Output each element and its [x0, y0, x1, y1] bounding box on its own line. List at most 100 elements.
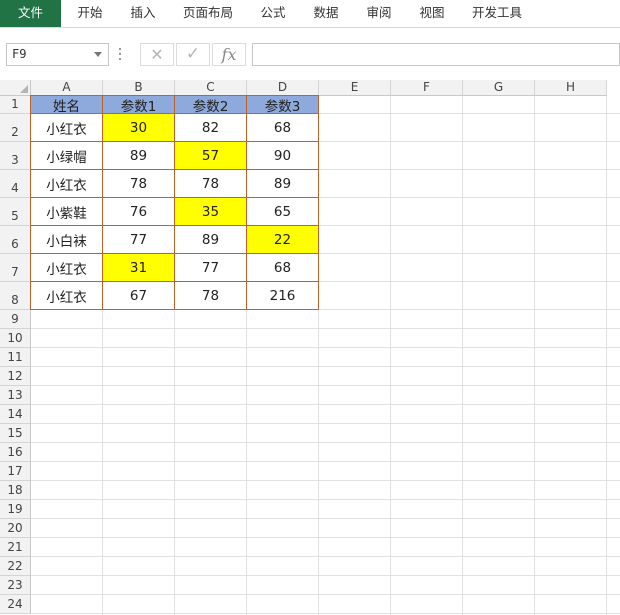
table-cell[interactable]: 76 [103, 198, 175, 226]
table-cell[interactable]: 57 [175, 142, 247, 170]
row-header-3[interactable]: 3 [0, 142, 31, 170]
row-header-22[interactable]: 22 [0, 557, 31, 576]
name-box[interactable]: F9 [6, 43, 109, 66]
table-cell[interactable]: 68 [247, 114, 319, 142]
table-cell[interactable]: 35 [175, 198, 247, 226]
table-cell[interactable]: 77 [175, 254, 247, 282]
table-cell[interactable]: 89 [103, 142, 175, 170]
table-cell[interactable]: 65 [247, 198, 319, 226]
table-cell[interactable]: 22 [247, 226, 319, 254]
function-icon[interactable]: fx [212, 43, 246, 66]
gridline-horizontal [31, 575, 620, 576]
row-header-1[interactable]: 1 [0, 96, 31, 114]
row-header-5[interactable]: 5 [0, 198, 31, 226]
gridline-horizontal [31, 556, 620, 557]
gridline-horizontal [31, 442, 620, 443]
gridline-horizontal [31, 613, 620, 614]
column-header-e[interactable]: E [319, 80, 391, 96]
row-header-11[interactable]: 11 [0, 348, 31, 367]
row-header-13[interactable]: 13 [0, 386, 31, 405]
table-cell[interactable]: 89 [175, 226, 247, 254]
gridline-horizontal [31, 423, 620, 424]
table-cell[interactable]: 78 [175, 282, 247, 310]
tab-review[interactable]: 审阅 [359, 0, 399, 27]
formula-bar: F9 ✕ ✓ fx [0, 40, 620, 70]
row-header-2[interactable]: 2 [0, 114, 31, 142]
tab-data[interactable]: 数据 [306, 0, 346, 27]
grip-dots-icon [119, 48, 122, 62]
row-header-14[interactable]: 14 [0, 405, 31, 424]
table-header-cell[interactable]: 参数1 [103, 95, 175, 115]
gridline-horizontal [31, 594, 620, 595]
row-header-17[interactable]: 17 [0, 462, 31, 481]
table-cell[interactable]: 77 [103, 226, 175, 254]
gridline-vertical [606, 96, 607, 615]
enter-icon[interactable]: ✓ [176, 43, 210, 66]
table-header-cell[interactable]: 参数2 [175, 95, 247, 115]
gridline-horizontal [31, 385, 620, 386]
row-header-19[interactable]: 19 [0, 500, 31, 519]
ribbon-tabs: 文件 开始 插入 页面布局 公式 数据 审阅 视图 开发工具 [0, 0, 620, 28]
table-cell[interactable]: 82 [175, 114, 247, 142]
gridline-vertical [390, 96, 391, 615]
table-header-cell[interactable]: 参数3 [247, 95, 319, 115]
table-cell[interactable]: 89 [247, 170, 319, 198]
name-box-value: F9 [12, 47, 27, 61]
table-cell[interactable]: 68 [247, 254, 319, 282]
row-header-10[interactable]: 10 [0, 329, 31, 348]
row-header-21[interactable]: 21 [0, 538, 31, 557]
tab-file[interactable]: 文件 [0, 0, 61, 27]
row-header-16[interactable]: 16 [0, 443, 31, 462]
column-header-f[interactable]: F [391, 80, 463, 96]
gridline-horizontal [31, 461, 620, 462]
table-cell[interactable]: 78 [103, 170, 175, 198]
tab-insert[interactable]: 插入 [123, 0, 163, 27]
gridline-vertical [534, 96, 535, 615]
table-cell[interactable]: 90 [247, 142, 319, 170]
column-header-h[interactable]: H [535, 80, 607, 96]
gridline-horizontal [31, 499, 620, 500]
table-cell[interactable]: 30 [103, 114, 175, 142]
table-cell[interactable]: 67 [103, 282, 175, 310]
select-all-corner[interactable] [0, 80, 31, 96]
table-cell[interactable]: 216 [247, 282, 319, 310]
gridline-horizontal [31, 518, 620, 519]
tab-view[interactable]: 视图 [412, 0, 452, 27]
table-cell[interactable]: 小紫鞋 [30, 198, 103, 226]
gridline-horizontal [31, 366, 620, 367]
table-cell[interactable]: 小红衣 [30, 114, 103, 142]
table-cell[interactable]: 小红衣 [30, 254, 103, 282]
table-header-cell[interactable]: 姓名 [30, 95, 103, 115]
gridline-horizontal [31, 480, 620, 481]
row-header-8[interactable]: 8 [0, 282, 31, 310]
gridline-horizontal [31, 347, 620, 348]
table-cell[interactable]: 小红衣 [30, 282, 103, 310]
tab-developer[interactable]: 开发工具 [465, 0, 529, 27]
gridline-horizontal [31, 328, 620, 329]
row-header-20[interactable]: 20 [0, 519, 31, 538]
table-cell[interactable]: 小红衣 [30, 170, 103, 198]
tab-formulas[interactable]: 公式 [253, 0, 293, 27]
gridline-vertical [462, 96, 463, 615]
gridline-horizontal [31, 404, 620, 405]
row-header-24[interactable]: 24 [0, 595, 31, 614]
row-header-12[interactable]: 12 [0, 367, 31, 386]
row-header-9[interactable]: 9 [0, 310, 31, 329]
table-cell[interactable]: 31 [103, 254, 175, 282]
row-header-18[interactable]: 18 [0, 481, 31, 500]
table-cell[interactable]: 78 [175, 170, 247, 198]
table-cell[interactable]: 小绿帽 [30, 142, 103, 170]
formula-input[interactable] [252, 43, 620, 66]
tab-page-layout[interactable]: 页面布局 [176, 0, 240, 27]
gridline-horizontal [31, 537, 620, 538]
table-cell[interactable]: 小白袜 [30, 226, 103, 254]
row-header-15[interactable]: 15 [0, 424, 31, 443]
column-header-g[interactable]: G [463, 80, 535, 96]
row-header-7[interactable]: 7 [0, 254, 31, 282]
row-header-23[interactable]: 23 [0, 576, 31, 595]
row-header-4[interactable]: 4 [0, 170, 31, 198]
cancel-icon[interactable]: ✕ [140, 43, 174, 66]
tab-home[interactable]: 开始 [70, 0, 110, 27]
row-header-6[interactable]: 6 [0, 226, 31, 254]
chevron-down-icon[interactable] [94, 52, 102, 57]
